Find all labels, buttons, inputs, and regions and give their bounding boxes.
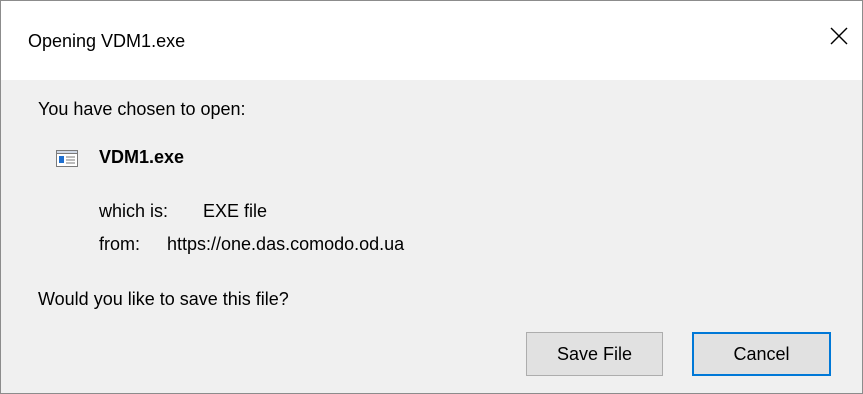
download-dialog: Opening VDM1.exe You have chosen to open… [0,0,863,394]
file-type-value: EXE file [203,201,268,221]
executable-file-icon [56,150,78,167]
file-name: VDM1.exe [99,147,185,167]
cancel-button[interactable]: Cancel [692,332,831,376]
source-label: from: [99,234,141,254]
file-type-label: which is: [99,201,169,221]
close-button[interactable] [824,21,854,51]
dialog-content: You have chosen to open: VDM1.exe which … [1,80,862,393]
save-question: Would you like to save this file? [38,289,289,309]
chosen-text: You have chosen to open: [38,99,246,119]
source-url: https://one.das.comodo.od.ua [167,234,405,254]
dialog-titlebar: Opening VDM1.exe [1,1,862,80]
dialog-title: Opening VDM1.exe [28,31,186,51]
save-file-button[interactable]: Save File [526,332,663,376]
close-icon [830,27,848,45]
